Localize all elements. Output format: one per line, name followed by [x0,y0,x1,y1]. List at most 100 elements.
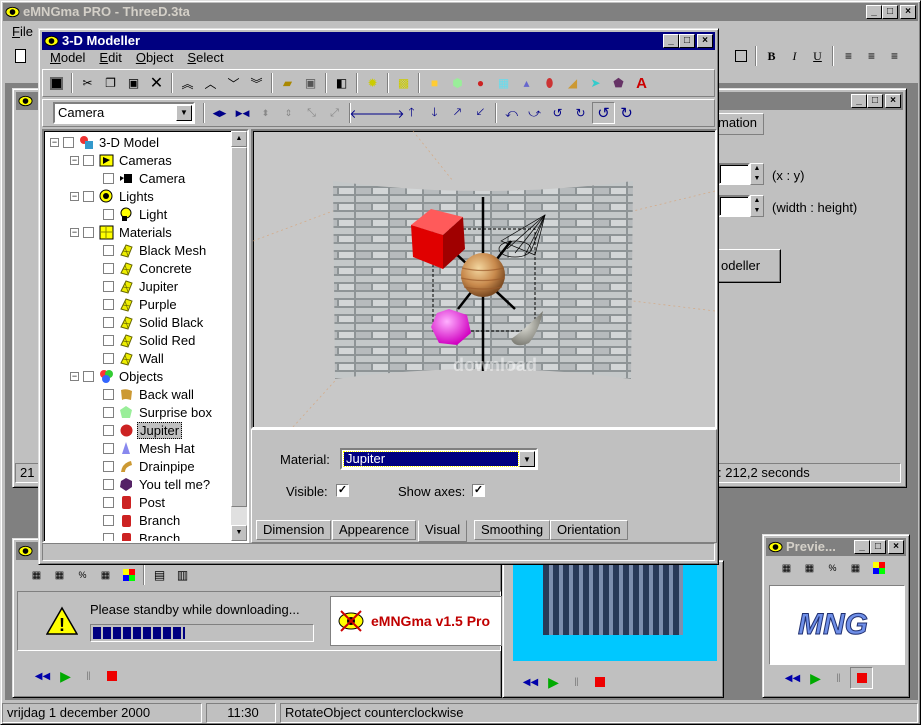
tree-node-checkbox[interactable] [103,496,114,508]
open-icon[interactable]: ▰ [276,72,299,94]
properties-icon[interactable]: ▤ [148,564,171,586]
menu-file[interactable]: File [5,23,40,41]
move-depth-icon[interactable]: ⤡ [300,102,323,124]
minimize-button[interactable]: _ [851,94,867,108]
play-icon[interactable]: ▶ [54,665,77,687]
palette-icon[interactable]: ▦ [94,564,117,586]
x-spinner[interactable]: ▲ ▼ [750,163,764,185]
rewind-icon[interactable]: ◀◀ [519,671,542,693]
tree-node[interactable]: Light [90,205,169,223]
scale-vertical-icon[interactable]: ⇕ [277,102,300,124]
percent-icon[interactable]: % [71,564,94,586]
tree-node-checkbox[interactable] [103,208,114,220]
maximize-button[interactable]: □ [867,94,883,108]
rotate-x-cw-icon[interactable]: ⤻ [523,102,546,124]
tree-node[interactable]: Concrete [90,259,194,277]
stop-icon[interactable] [850,667,873,689]
tree-node[interactable]: Surprise box [90,403,214,421]
minimize-button[interactable]: _ [866,5,882,19]
scroll-down-button[interactable]: ▼ [231,525,247,541]
tab-orientation[interactable]: Orientation [550,520,628,540]
tree-node-checkbox[interactable] [103,532,114,541]
color-grid-icon[interactable] [117,564,140,586]
add-light-icon[interactable]: ✹ [361,72,384,94]
chevron-down-icon[interactable]: ▼ [176,105,192,121]
play-icon[interactable]: ▶ [542,671,565,693]
tree-expander[interactable]: − [70,191,79,201]
rotate-z-cw-icon[interactable]: ↻ [615,102,638,124]
clipboard-icon[interactable]: ▥ [171,564,194,586]
palette-icon[interactable]: ▦ [48,564,71,586]
tree-node-checkbox[interactable] [83,226,94,238]
pause-icon[interactable]: ‖ [827,667,850,689]
modeller-titlebar[interactable]: 3-D Modeller _ □ × [42,32,715,50]
add-cylinder-icon[interactable]: ⬮ [538,72,561,94]
tree-node[interactable]: Wall [90,349,166,367]
tree-node[interactable]: Branch [90,511,182,529]
menu-select[interactable]: Select [180,49,230,67]
pause-icon[interactable]: ‖ [565,671,588,693]
close-button[interactable]: × [885,94,901,108]
stop-icon[interactable] [588,671,611,693]
add-arrow-icon[interactable]: ➤ [584,72,607,94]
tree-node-checkbox[interactable] [83,154,94,166]
tree-node[interactable]: Black Mesh [90,241,208,259]
tree-node-checkbox[interactable] [103,514,114,526]
rewind-icon[interactable]: ◀◀ [781,667,804,689]
color-grid-icon[interactable] [867,557,890,579]
underline-icon[interactable]: U [806,45,829,67]
tab-smoothing[interactable]: Smoothing [474,520,551,540]
align-center-icon[interactable]: ≡ [860,45,883,67]
wh-spinner[interactable]: ▲ ▼ [750,195,764,217]
tree-node-checkbox[interactable] [103,298,114,310]
tree-node-checkbox[interactable] [103,172,114,184]
tree-node[interactable]: − 3-D Model [50,133,161,151]
rotate-y-ccw-icon[interactable]: ↺ [546,102,569,124]
model-tree[interactable]: − 3-D Model − Cameras Camera − Lights Light − Mat… [42,129,249,543]
add-blob-icon[interactable]: ⬟ [607,72,630,94]
tree-node[interactable]: Branch [90,529,182,541]
paste-icon[interactable]: ▣ [122,72,145,94]
tree-node[interactable]: Solid Black [90,313,205,331]
tree-node-checkbox[interactable] [63,136,74,148]
minimize-button[interactable]: _ [663,34,679,48]
tab-appearence[interactable]: Appearence [332,520,417,540]
delete-icon[interactable]: ✕ [145,72,168,94]
down-icon[interactable]: ﹀ [222,72,245,94]
tree-node-checkbox[interactable] [103,460,114,472]
copy-icon[interactable]: ❐ [99,72,122,94]
menu-edit[interactable]: Edit [92,49,128,67]
material-select[interactable]: Jupiter ▼ [340,448,538,470]
bold-icon[interactable]: B [760,45,783,67]
arrow-forward-icon[interactable]: 🡕 [446,102,469,124]
tree-expander[interactable]: − [70,371,79,381]
tree-node-checkbox[interactable] [103,406,114,418]
arrow-back-icon[interactable]: 🡗 [469,102,492,124]
x-input[interactable] [718,163,750,185]
tree-node-checkbox[interactable] [103,262,114,274]
tree-node-checkbox[interactable] [103,388,114,400]
tree-node[interactable]: Jupiter [90,421,183,439]
move-vertical-icon[interactable]: ⬍ [254,102,277,124]
maximize-button[interactable]: □ [679,34,695,48]
tree-node-checkbox[interactable] [103,244,114,256]
pause-icon[interactable]: ‖ [77,665,100,687]
tree-node[interactable]: Camera [90,169,187,187]
tree-node[interactable]: − Lights [70,187,156,205]
frame-icon[interactable] [729,45,752,67]
tab-dimension[interactable]: Dimension [256,520,332,540]
scroll-up-button[interactable]: ▲ [231,131,247,147]
maximize-button[interactable]: □ [870,540,886,554]
stop-icon[interactable] [100,665,123,687]
camera-select[interactable]: Camera ▼ [53,102,195,124]
tree-node-checkbox[interactable] [103,424,114,436]
tree-node-checkbox[interactable] [103,280,114,292]
add-text-icon[interactable]: A [630,72,653,94]
save-icon[interactable] [45,72,68,94]
scale-horizontal-icon[interactable]: ▶◀ [231,102,254,124]
palette-icon[interactable]: ▦ [25,564,48,586]
tree-node[interactable]: Solid Red [90,331,197,349]
add-material-icon[interactable]: ▩ [392,72,415,94]
raise-icon[interactable]: ︽ [176,72,199,94]
percent-icon[interactable]: % [821,557,844,579]
